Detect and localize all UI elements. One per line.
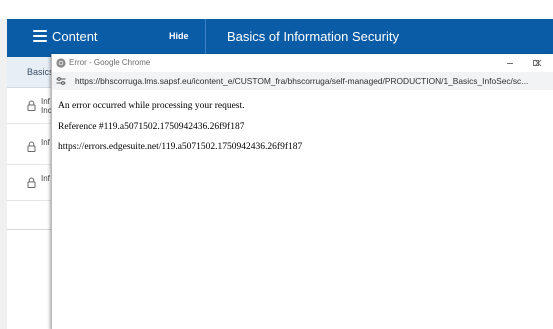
course-header: Content Hide Basics of Information Secur…	[7, 19, 553, 57]
url-text[interactable]: https://bhscorruga.lms.sapsf.eu/icontent…	[75, 76, 553, 86]
minimize-icon[interactable]	[504, 57, 516, 69]
site-settings-icon[interactable]	[56, 77, 66, 85]
content-menu-label[interactable]: Content	[52, 29, 98, 44]
course-title: Basics of Information Security	[227, 29, 399, 44]
popup-title: Error - Google Chrome	[69, 58, 151, 67]
lock-icon	[27, 100, 36, 111]
page-top-strip	[0, 0, 553, 19]
error-page-body: An error occurred while processing your …	[52, 90, 553, 329]
lock-icon	[27, 177, 36, 188]
close-icon[interactable]	[532, 57, 544, 69]
chrome-logo-icon	[56, 58, 66, 68]
popup-titlebar[interactable]: Error - Google Chrome	[52, 54, 553, 72]
left-gutter	[0, 19, 7, 329]
hide-button[interactable]: Hide	[169, 31, 189, 41]
error-url: https://errors.edgesuite.net/119.a507150…	[58, 142, 303, 152]
chrome-error-popup: Error - Google Chrome https://bhscorruga…	[51, 54, 553, 329]
lock-icon	[27, 141, 36, 152]
error-reference: Reference #119.a5071502.1750942436.26f9f…	[58, 122, 245, 132]
hamburger-menu-icon[interactable]	[33, 30, 47, 46]
error-message: An error occurred while processing your …	[58, 101, 245, 111]
header-divider	[205, 19, 206, 57]
breadcrumb-label: Basics	[27, 67, 54, 77]
address-bar[interactable]: https://bhscorruga.lms.sapsf.eu/icontent…	[52, 72, 553, 90]
